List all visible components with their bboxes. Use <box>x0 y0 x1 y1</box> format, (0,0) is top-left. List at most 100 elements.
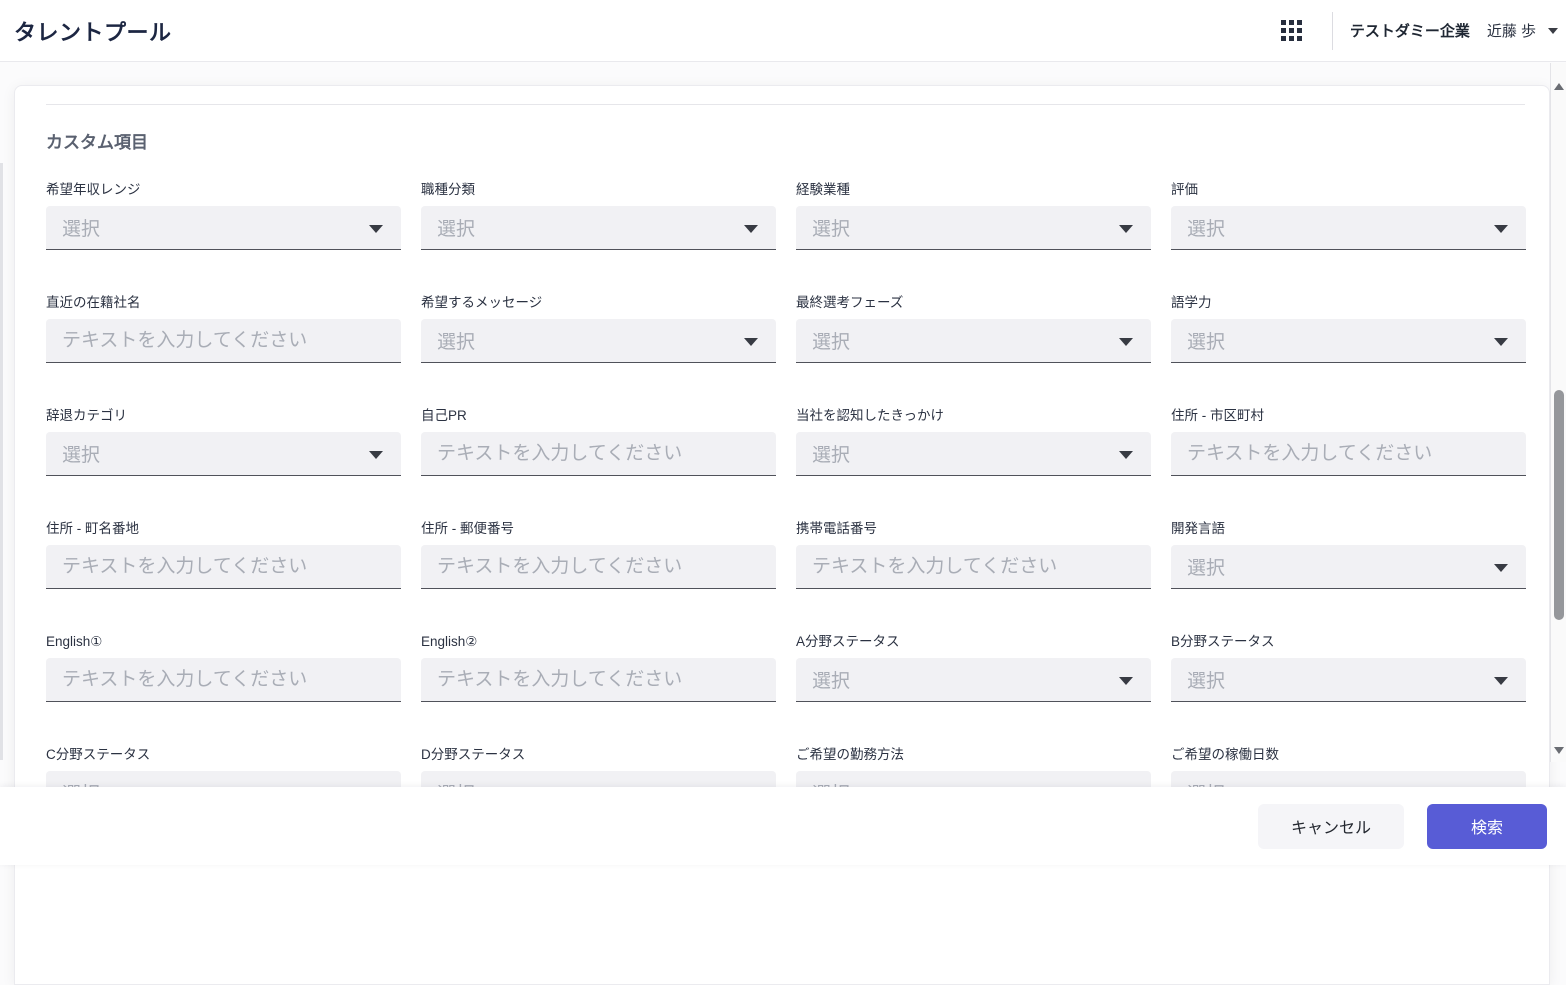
scrollbar-thumb[interactable] <box>1554 390 1564 620</box>
chevron-down-icon[interactable] <box>1548 28 1558 34</box>
section-divider <box>46 104 1525 105</box>
select-placeholder: 選択 <box>437 214 475 241</box>
scrollbar[interactable] <box>1550 63 1566 762</box>
desired-message-select[interactable]: 選択 <box>421 319 776 363</box>
field-label: 経験業種 <box>796 180 1151 200</box>
custom-field: 住所 - 郵便番号 <box>421 519 776 589</box>
mobile-phone-number-input[interactable] <box>796 545 1151 589</box>
app-bar: タレントプール テストダミー企業 近藤 歩 <box>0 0 1566 62</box>
page-edge-strip <box>0 163 3 760</box>
self-pr-input[interactable] <box>421 432 776 476</box>
custom-field: 職種分類 選択 <box>421 180 776 250</box>
custom-field: 住所 - 町名番地 <box>46 519 401 589</box>
chevron-down-icon <box>1119 677 1133 685</box>
select-placeholder: 選択 <box>812 440 850 467</box>
decline-category-select[interactable]: 選択 <box>46 432 401 476</box>
field-label: 住所 - 市区町村 <box>1171 406 1526 426</box>
field-a-status-select[interactable]: 選択 <box>796 658 1151 702</box>
address-city-input[interactable] <box>1171 432 1526 476</box>
custom-field: 直近の在籍社名 <box>46 293 401 363</box>
custom-field: 評価 選択 <box>1171 180 1526 250</box>
address-street-input[interactable] <box>46 545 401 589</box>
experienced-industry-select[interactable]: 選択 <box>796 206 1151 250</box>
field-label: 希望するメッセージ <box>421 293 776 313</box>
field-label: 携帯電話番号 <box>796 519 1151 539</box>
english-2-input[interactable] <box>421 658 776 702</box>
custom-field: 自己PR <box>421 406 776 476</box>
search-button[interactable]: 検索 <box>1427 804 1547 849</box>
scroll-down-icon[interactable] <box>1554 747 1564 754</box>
custom-field: 希望するメッセージ 選択 <box>421 293 776 363</box>
select-placeholder: 選択 <box>62 440 100 467</box>
field-label: 語学力 <box>1171 293 1526 313</box>
field-label: 職種分類 <box>421 180 776 200</box>
job-category-select[interactable]: 選択 <box>421 206 776 250</box>
select-placeholder: 選択 <box>1187 214 1225 241</box>
chevron-down-icon <box>369 225 383 233</box>
action-footer: キャンセル 検索 <box>0 787 1566 865</box>
scroll-up-icon[interactable] <box>1554 83 1564 90</box>
chevron-down-icon <box>1494 564 1508 572</box>
chevron-down-icon <box>1494 338 1508 346</box>
english-1-input[interactable] <box>46 658 401 702</box>
select-placeholder: 選択 <box>1187 666 1225 693</box>
page-title: タレントプール <box>14 15 172 47</box>
custom-field: 経験業種 選択 <box>796 180 1151 250</box>
custom-field: 語学力 選択 <box>1171 293 1526 363</box>
field-label: 辞退カテゴリ <box>46 406 401 426</box>
field-label: ご希望の稼働日数 <box>1171 745 1526 765</box>
field-label: 希望年収レンジ <box>46 180 401 200</box>
select-placeholder: 選択 <box>812 666 850 693</box>
field-label: 住所 - 町名番地 <box>46 519 401 539</box>
custom-fields-grid: 希望年収レンジ 選択 職種分類 選択 経験業種 選択 評価 選択 直近の在籍社名 <box>46 180 1524 815</box>
chevron-down-icon <box>744 225 758 233</box>
field-label: A分野ステータス <box>796 632 1151 652</box>
field-label: C分野ステータス <box>46 745 401 765</box>
select-placeholder: 選択 <box>812 214 850 241</box>
custom-field: 開発言語 選択 <box>1171 519 1526 589</box>
chevron-down-icon <box>1494 225 1508 233</box>
address-postal-code-input[interactable] <box>421 545 776 589</box>
custom-field: English① <box>46 632 401 702</box>
field-label: 住所 - 郵便番号 <box>421 519 776 539</box>
cancel-button[interactable]: キャンセル <box>1258 804 1404 849</box>
custom-fields-heading: カスタム項目 <box>46 128 1524 153</box>
field-label: 最終選考フェーズ <box>796 293 1151 313</box>
chevron-down-icon <box>744 338 758 346</box>
recent-company-name-input[interactable] <box>46 319 401 363</box>
chevron-down-icon <box>1119 338 1133 346</box>
field-label: English① <box>46 632 401 652</box>
field-b-status-select[interactable]: 選択 <box>1171 658 1526 702</box>
app-bar-right: テストダミー企業 近藤 歩 <box>1281 12 1558 50</box>
user-menu[interactable]: 近藤 歩 <box>1487 20 1536 41</box>
select-placeholder: 選択 <box>62 214 100 241</box>
field-label: 当社を認知したきっかけ <box>796 406 1151 426</box>
field-label: 直近の在籍社名 <box>46 293 401 313</box>
chevron-down-icon <box>1119 225 1133 233</box>
custom-field: 携帯電話番号 <box>796 519 1151 589</box>
custom-field: 住所 - 市区町村 <box>1171 406 1526 476</box>
select-placeholder: 選択 <box>1187 553 1225 580</box>
custom-field: B分野ステータス 選択 <box>1171 632 1526 702</box>
custom-field: A分野ステータス 選択 <box>796 632 1151 702</box>
custom-field: 希望年収レンジ 選択 <box>46 180 401 250</box>
chevron-down-icon <box>1494 677 1508 685</box>
how-learned-about-us-select[interactable]: 選択 <box>796 432 1151 476</box>
custom-field: 最終選考フェーズ 選択 <box>796 293 1151 363</box>
custom-field: 当社を認知したきっかけ 選択 <box>796 406 1151 476</box>
final-selection-phase-select[interactable]: 選択 <box>796 319 1151 363</box>
field-label: B分野ステータス <box>1171 632 1526 652</box>
header-divider <box>1332 12 1333 50</box>
desired-salary-range-select[interactable]: 選択 <box>46 206 401 250</box>
company-name: テストダミー企業 <box>1350 20 1470 41</box>
field-label: 開発言語 <box>1171 519 1526 539</box>
rating-select[interactable]: 選択 <box>1171 206 1526 250</box>
select-placeholder: 選択 <box>812 327 850 354</box>
field-label: 評価 <box>1171 180 1526 200</box>
chevron-down-icon <box>1119 451 1133 459</box>
field-label: 自己PR <box>421 406 776 426</box>
development-language-select[interactable]: 選択 <box>1171 545 1526 589</box>
chevron-down-icon <box>369 451 383 459</box>
language-skill-select[interactable]: 選択 <box>1171 319 1526 363</box>
apps-grid-icon[interactable] <box>1281 20 1302 41</box>
